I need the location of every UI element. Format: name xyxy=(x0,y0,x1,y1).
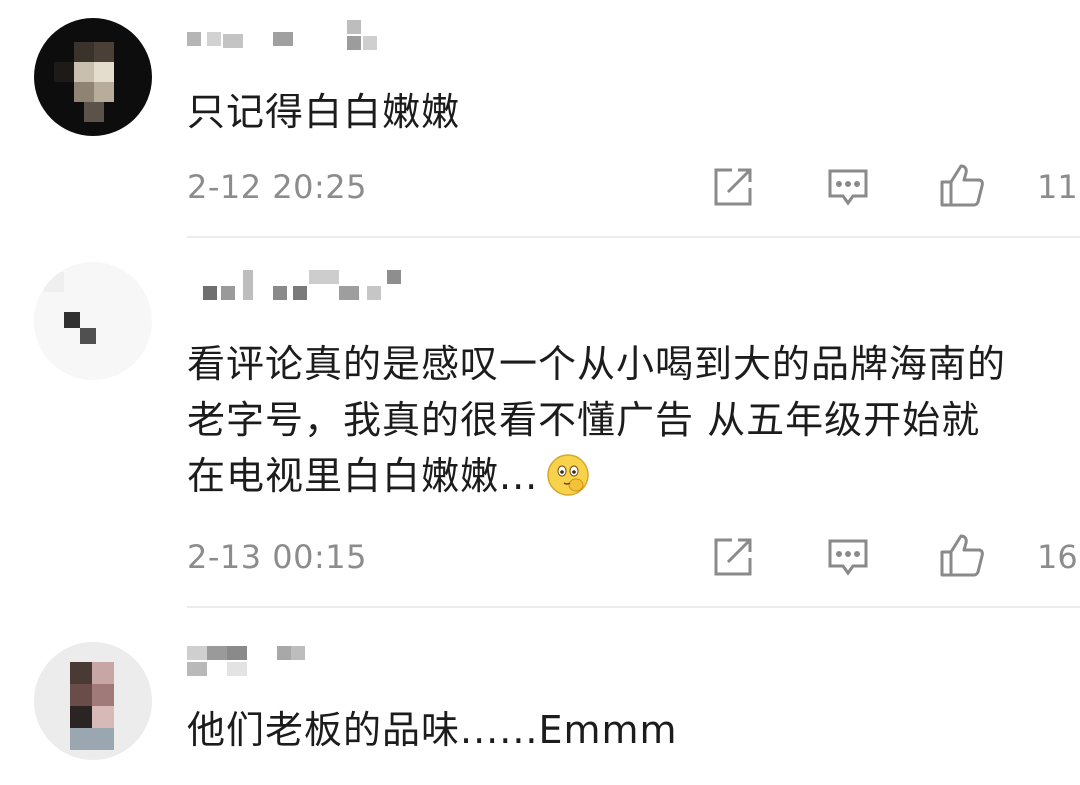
comment-item: 看评论真的是感叹一个从小喝到大的品牌海南的老字号，我真的很看不懂广告 从五年级开… xyxy=(0,240,1080,610)
avatar[interactable] xyxy=(34,642,152,760)
comment-meta: 2-12 20:25 11 xyxy=(187,162,1078,212)
like-count: 11 xyxy=(1037,168,1078,206)
thumbs-up-icon[interactable] xyxy=(939,162,985,208)
comment-item: 他们老板的品味......Emmm xyxy=(0,610,1080,785)
comment-icon[interactable] xyxy=(827,168,869,208)
username-pixelated[interactable] xyxy=(187,270,417,300)
comment-icon[interactable] xyxy=(827,538,869,578)
divider xyxy=(187,236,1080,238)
comment-time: 2-13 00:15 xyxy=(187,538,368,576)
comment-text: 看评论真的是感叹一个从小喝到大的品牌海南的老字号，我真的很看不懂广告 从五年级开… xyxy=(187,336,1010,504)
shy-face-emoji xyxy=(546,453,590,497)
comment-item: 只记得白白嫩嫩 2-12 20:25 11 xyxy=(0,0,1080,240)
comment-text: 他们老板的品味......Emmm xyxy=(187,708,678,752)
comment-text-content: 看评论真的是感叹一个从小喝到大的品牌海南的老字号，我真的很看不懂广告 从五年级开… xyxy=(187,342,1007,498)
username-pixelated[interactable] xyxy=(187,646,317,676)
like-count: 16 xyxy=(1037,538,1078,576)
comment-time: 2-12 20:25 xyxy=(187,168,368,206)
share-icon[interactable] xyxy=(712,536,754,578)
avatar[interactable] xyxy=(34,262,152,380)
comment-meta: 2-13 00:15 16 xyxy=(187,532,1078,582)
share-icon[interactable] xyxy=(712,166,754,208)
username-pixelated[interactable] xyxy=(187,20,387,50)
divider xyxy=(187,606,1080,608)
comment-text: 只记得白白嫩嫩 xyxy=(187,90,461,134)
thumbs-up-icon[interactable] xyxy=(939,532,985,578)
avatar[interactable] xyxy=(34,18,152,136)
